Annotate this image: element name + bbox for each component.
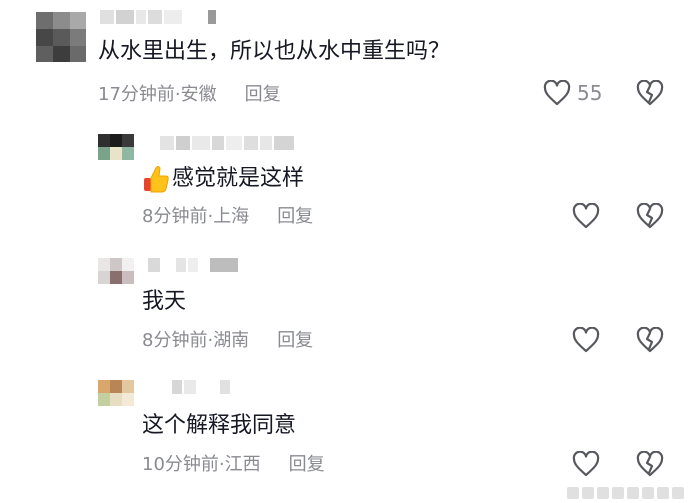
watermark bbox=[567, 487, 684, 499]
heart-outline-icon bbox=[543, 80, 571, 106]
dislike-button[interactable] bbox=[636, 327, 664, 353]
avatar[interactable] bbox=[98, 380, 134, 406]
comment-list: 从水里出生，所以也从水中重生吗？ 17分钟前 · 安徽 回复 55 感觉就是这样… bbox=[0, 0, 690, 503]
broken-heart-icon bbox=[636, 327, 664, 353]
comment-meta: 17分钟前 · 安徽 回复 bbox=[98, 83, 281, 107]
comment-text: 从水里出生，所以也从水中重生吗？ bbox=[98, 39, 451, 64]
reply-button[interactable]: 回复 bbox=[245, 83, 281, 107]
reply-button[interactable]: 回复 bbox=[277, 205, 313, 229]
comment-meta: 10分钟前 · 江西 回复 bbox=[142, 453, 325, 477]
comment-location: 安徽 bbox=[180, 84, 217, 105]
heart-outline-icon bbox=[572, 327, 600, 353]
username-redacted[interactable] bbox=[100, 10, 216, 24]
comment-time: 8分钟前 bbox=[142, 206, 208, 227]
username-redacted[interactable] bbox=[148, 258, 238, 272]
dislike-button[interactable] bbox=[636, 80, 664, 106]
comment-text: 我天 bbox=[142, 289, 187, 314]
broken-heart-icon bbox=[636, 80, 664, 106]
thumbs-up-emoji bbox=[144, 166, 169, 193]
comment-location: 上海 bbox=[213, 206, 250, 227]
comment-text-label: 感觉就是这样 bbox=[172, 166, 305, 191]
broken-heart-icon bbox=[636, 203, 664, 229]
reply-button[interactable]: 回复 bbox=[289, 453, 325, 477]
comment-meta: 8分钟前 · 上海 回复 bbox=[142, 205, 313, 229]
like-button[interactable] bbox=[572, 327, 600, 353]
dislike-button[interactable] bbox=[636, 203, 664, 229]
heart-outline-icon bbox=[572, 203, 600, 229]
like-button[interactable] bbox=[572, 203, 600, 229]
avatar[interactable] bbox=[36, 12, 86, 62]
comment-text: 这个解释我同意 bbox=[142, 413, 297, 438]
comment-meta: 8分钟前 · 湖南 回复 bbox=[142, 329, 313, 353]
username-redacted[interactable] bbox=[160, 136, 294, 150]
comment-location: 湖南 bbox=[213, 330, 250, 351]
comment-text: 感觉就是这样 bbox=[142, 164, 304, 194]
comment-time: 8分钟前 bbox=[142, 330, 208, 351]
comment-time: 10分钟前 bbox=[142, 454, 219, 475]
heart-outline-icon bbox=[572, 451, 600, 477]
like-button[interactable] bbox=[572, 451, 600, 477]
avatar[interactable] bbox=[98, 134, 134, 160]
broken-heart-icon bbox=[636, 451, 664, 477]
comment-location: 江西 bbox=[224, 454, 261, 475]
reply-button[interactable]: 回复 bbox=[277, 329, 313, 353]
dislike-button[interactable] bbox=[636, 451, 664, 477]
username-redacted[interactable] bbox=[172, 380, 230, 394]
comment-time: 17分钟前 bbox=[98, 84, 175, 105]
like-count: 55 bbox=[577, 81, 603, 105]
like-button[interactable]: 55 bbox=[543, 80, 602, 106]
avatar[interactable] bbox=[98, 258, 134, 284]
